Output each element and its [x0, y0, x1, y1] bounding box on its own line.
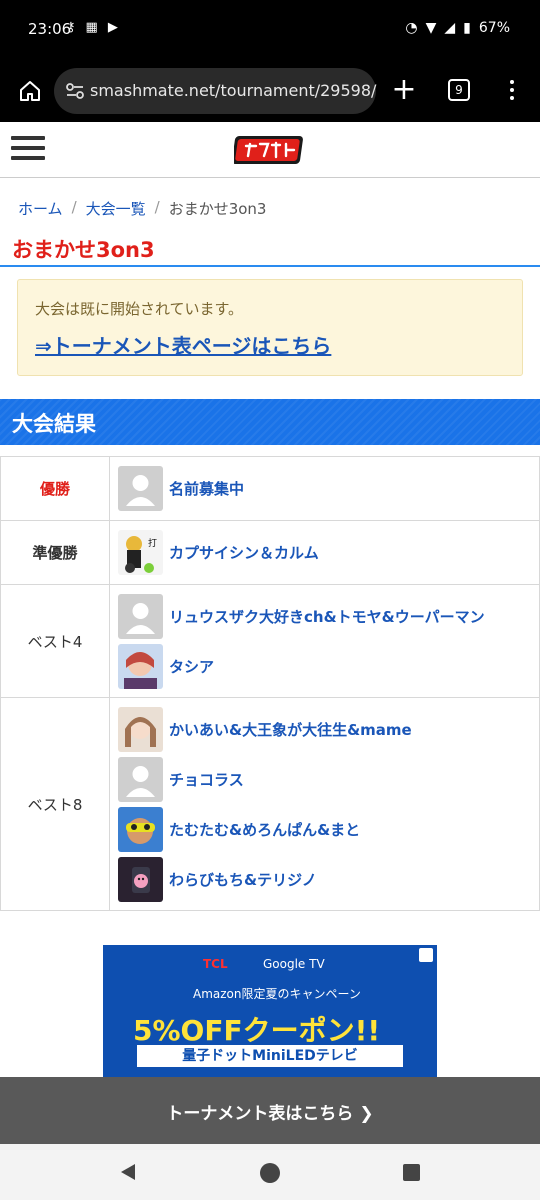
svg-text:打: 打: [148, 537, 157, 549]
players-cell: かいあい&大王象が大往生&mame チョコラス たむたむ&めろんぱん&まと わら…: [109, 697, 540, 911]
url-text: smashmate.net/tournament/29598/: [90, 81, 377, 100]
table-row: 準優勝 打 カプサイシン＆カルム: [0, 520, 540, 585]
player-avatar-image: [118, 806, 163, 852]
battery-icon: ▮: [463, 20, 471, 36]
new-tab-button[interactable]: +: [388, 73, 420, 109]
player-name[interactable]: たむたむ&めろんぱん&まと: [169, 819, 360, 840]
back-icon[interactable]: [118, 1162, 138, 1182]
player-entry[interactable]: 打 カプサイシン＆カルム: [118, 528, 531, 578]
breadcrumb-tournament-list-link[interactable]: 大会一覧: [86, 198, 146, 219]
breadcrumb-separator: /: [71, 198, 77, 216]
player-name[interactable]: かいあい&大王象が大往生&mame: [169, 719, 412, 740]
tournament-started-notice: 大会は既に開始されています。 ⇒トーナメント表ページはこちら: [17, 279, 523, 376]
browser-home-button[interactable]: [12, 73, 48, 109]
player-name[interactable]: わらびもち&テリジノ: [169, 869, 317, 890]
ad-product: 量子ドットMiniLEDテレビ: [137, 1045, 403, 1067]
table-row: ベスト8 かいあい&大王象が大往生&mame チョコラス たむたむ&めろんぱん&…: [0, 697, 540, 911]
players-cell: 打 カプサイシン＆カルム: [109, 520, 540, 585]
ad-campaign-text: Amazon限定夏のキャンペーン: [193, 987, 361, 1001]
players-cell: 名前募集中: [109, 456, 540, 521]
rank-label: ベスト8: [0, 697, 110, 911]
hamburger-menu-icon[interactable]: [11, 136, 45, 162]
ad-partner: Google TV: [263, 957, 325, 971]
results-section-heading: 大会結果: [0, 399, 540, 445]
bracket-sticky-button[interactable]: トーナメント表はこちら ❯: [0, 1077, 540, 1144]
wifi-icon: ▼: [425, 20, 437, 36]
browser-toolbar: smashmate.net/tournament/29598/ + 9: [0, 60, 540, 122]
rank-label: 準優勝: [0, 520, 110, 585]
player-name[interactable]: 名前募集中: [169, 478, 244, 499]
player-avatar-image: [118, 643, 163, 689]
page-title: おまかせ3on3: [12, 238, 155, 262]
rank-label: 優勝: [0, 456, 110, 521]
results-heading-text: 大会結果: [12, 412, 96, 436]
key-icon: ⚷: [66, 20, 76, 35]
bracket-button-label: トーナメント表はこちら ❯: [166, 1104, 374, 1124]
status-bar: 23:06 ⚷ ▦ ▶ ◔ ▼ ◢ ▮ 67%: [0, 0, 540, 60]
youtube-icon: ▶: [107, 20, 118, 35]
site-header: [0, 122, 540, 178]
signal-icon: ◢: [444, 20, 456, 36]
player-avatar-image: 打: [118, 530, 163, 575]
ad-brand: TCL: [203, 957, 228, 971]
ad-choices-icon[interactable]: [419, 948, 433, 962]
breadcrumb-current: おまかせ3on3: [168, 200, 267, 218]
calendar-icon: ▦: [85, 20, 98, 35]
recent-apps-icon[interactable]: [403, 1164, 420, 1181]
player-entry[interactable]: たむたむ&めろんぱん&まと: [118, 804, 531, 854]
default-avatar-icon: [118, 756, 163, 802]
tab-switcher-button[interactable]: 9: [448, 79, 470, 101]
system-navigation-bar: [0, 1144, 540, 1200]
breadcrumb: ホーム / 大会一覧 / おまかせ3on3: [18, 198, 266, 219]
browser-menu-button[interactable]: [500, 76, 524, 106]
rank-label: ベスト4: [0, 584, 110, 698]
player-entry[interactable]: わらびもち&テリジノ: [118, 854, 531, 904]
player-entry[interactable]: タシア: [118, 641, 531, 691]
alarm-icon: ◔: [405, 20, 418, 36]
player-entry[interactable]: チョコラス: [118, 754, 531, 804]
title-divider: [0, 265, 540, 267]
player-name[interactable]: タシア: [169, 656, 214, 677]
ad-headline: 5%OFFクーポン!!: [133, 1014, 381, 1047]
results-table: 優勝 名前募集中 準優勝 打 カプサイシン＆カルム ベスト4 リュウスザク大好き…: [0, 456, 540, 911]
status-right: ◔ ▼ ◢ ▮ 67%: [405, 20, 510, 36]
player-name[interactable]: カプサイシン＆カルム: [169, 542, 319, 563]
address-bar[interactable]: smashmate.net/tournament/29598/: [54, 68, 376, 114]
player-entry[interactable]: リュウスザク大好きch&トモヤ&ウーパーマン: [118, 591, 531, 641]
status-notification-icons: ⚷ ▦ ▶: [66, 20, 118, 35]
table-row: 優勝 名前募集中: [0, 456, 540, 521]
player-name[interactable]: チョコラス: [169, 769, 244, 790]
breadcrumb-separator: /: [154, 198, 160, 216]
player-name[interactable]: リュウスザク大好きch&トモヤ&ウーパーマン: [169, 606, 485, 627]
default-avatar-icon: [118, 466, 163, 511]
home-icon: [20, 81, 40, 101]
players-cell: リュウスザク大好きch&トモヤ&ウーパーマン タシア: [109, 584, 540, 698]
player-avatar-image: [118, 856, 163, 902]
player-avatar-image: [118, 706, 163, 752]
home-circle-icon[interactable]: [260, 1163, 280, 1183]
advertisement-banner[interactable]: TCL Google TV Amazon限定夏のキャンペーン 5%OFFクーポン…: [103, 945, 437, 1077]
battery-level: 67%: [478, 20, 510, 36]
notice-message: 大会は既に開始されています。: [35, 300, 244, 318]
player-entry[interactable]: かいあい&大王象が大往生&mame: [118, 704, 531, 754]
site-settings-icon[interactable]: [64, 80, 86, 102]
player-entry[interactable]: 名前募集中: [118, 464, 531, 514]
breadcrumb-home-link[interactable]: ホーム: [18, 198, 63, 219]
status-time: 23:06: [28, 20, 72, 38]
table-row: ベスト4 リュウスザク大好きch&トモヤ&ウーパーマン タシア: [0, 584, 540, 698]
default-avatar-icon: [118, 593, 163, 639]
tournament-bracket-link[interactable]: ⇒トーナメント表ページはこちら: [35, 330, 331, 359]
smashmate-logo[interactable]: [234, 132, 306, 168]
